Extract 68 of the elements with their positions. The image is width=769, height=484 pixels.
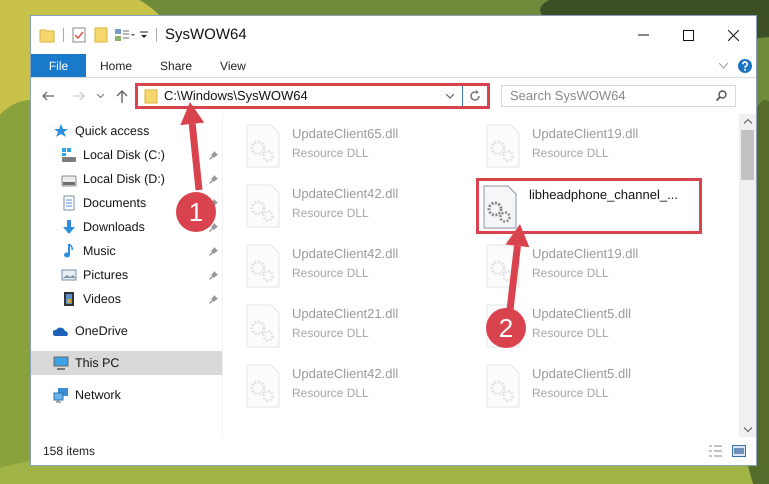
- navigation-item[interactable]: Documents: [61, 194, 146, 212]
- recent-dropdown-icon[interactable]: [97, 94, 104, 98]
- scroll-up-icon[interactable]: [744, 119, 752, 124]
- file-type: Resource DLL: [292, 264, 370, 282]
- navigation-item[interactable]: Videos: [61, 290, 121, 308]
- download-arrow-icon: [61, 219, 77, 235]
- folder-icon: [144, 88, 158, 104]
- picture-icon: [61, 267, 77, 283]
- close-icon[interactable]: [728, 30, 739, 40]
- ribbon-tab[interactable]: Home: [86, 54, 146, 77]
- help-icon[interactable]: [738, 58, 752, 72]
- gear-file-icon: [246, 244, 280, 288]
- file-menu-button[interactable]: File: [31, 54, 86, 77]
- star-icon: [53, 123, 69, 139]
- file-item[interactable]: libheadphone_channel_...: [476, 178, 702, 234]
- up-arrow-icon[interactable]: [116, 90, 128, 102]
- monitor-icon: [53, 355, 69, 371]
- document-icon: [61, 195, 77, 211]
- ribbon-tab[interactable]: View: [206, 54, 260, 77]
- large-icons-view-icon[interactable]: [732, 445, 746, 457]
- navigation-item[interactable]: Local Disk (C:): [61, 146, 165, 164]
- chevron-down-icon[interactable]: [446, 94, 454, 98]
- ribbon-tab[interactable]: Share: [146, 54, 206, 77]
- address-bar[interactable]: C:\Windows\SysWOW64: [135, 83, 490, 109]
- file-type: Resource DLL: [532, 144, 610, 162]
- file-type: Resource DLL: [532, 264, 610, 282]
- navigation-item[interactable]: Pictures: [61, 266, 128, 284]
- file-type: Resource DLL: [292, 144, 370, 162]
- gear-file-icon: [246, 304, 280, 348]
- navigation-item[interactable]: Local Disk (D:): [61, 170, 165, 188]
- navigation-item[interactable]: Downloads: [61, 218, 145, 236]
- item-count: 158 items: [43, 443, 96, 460]
- scrollbar-thumb[interactable]: [741, 130, 754, 180]
- dropdown-icon[interactable]: [140, 31, 148, 39]
- file-name: libheadphone_channel_...: [529, 186, 678, 204]
- address-path: C:\Windows\SysWOW64: [164, 87, 308, 106]
- details-view-icon[interactable]: [708, 445, 723, 457]
- search-icon: [716, 90, 727, 101]
- file-type: Resource DLL: [532, 324, 610, 342]
- gear-file-icon: [486, 364, 520, 408]
- minimize-icon[interactable]: [638, 34, 649, 36]
- gear-file-icon: [486, 124, 520, 168]
- gear-file-icon: [246, 184, 280, 228]
- refresh-icon[interactable]: [469, 90, 481, 102]
- file-type: Resource DLL: [292, 204, 370, 222]
- navigation-item[interactable]: Music: [61, 242, 116, 260]
- search-field[interactable]: Search SysWOW64: [501, 84, 736, 106]
- maximize-icon[interactable]: [683, 30, 694, 40]
- network-icon: [53, 387, 69, 403]
- gear-file-icon: [246, 364, 280, 408]
- gear-file-icon: [483, 185, 517, 229]
- gear-file-icon: [246, 124, 280, 168]
- navigation-item[interactable]: This PC: [53, 354, 120, 372]
- customize-toolbar-icon[interactable]: [114, 28, 136, 42]
- navigation-item[interactable]: Quick access: [53, 122, 150, 140]
- navigation-item[interactable]: Network: [53, 386, 121, 404]
- window-title: SysWOW64: [165, 24, 247, 45]
- drive-icon: [61, 147, 77, 163]
- gear-file-icon: [486, 244, 520, 288]
- properties-icon[interactable]: [72, 27, 86, 43]
- scroll-down-icon[interactable]: [744, 427, 752, 432]
- back-arrow-icon[interactable]: [42, 91, 54, 101]
- file-type: Resource DLL: [292, 324, 370, 342]
- scrollbar[interactable]: [739, 114, 756, 437]
- file-type: Resource DLL: [532, 384, 610, 402]
- film-icon: [61, 291, 77, 307]
- file-type: Resource DLL: [292, 384, 370, 402]
- navigation-item[interactable]: OneDrive: [53, 322, 128, 340]
